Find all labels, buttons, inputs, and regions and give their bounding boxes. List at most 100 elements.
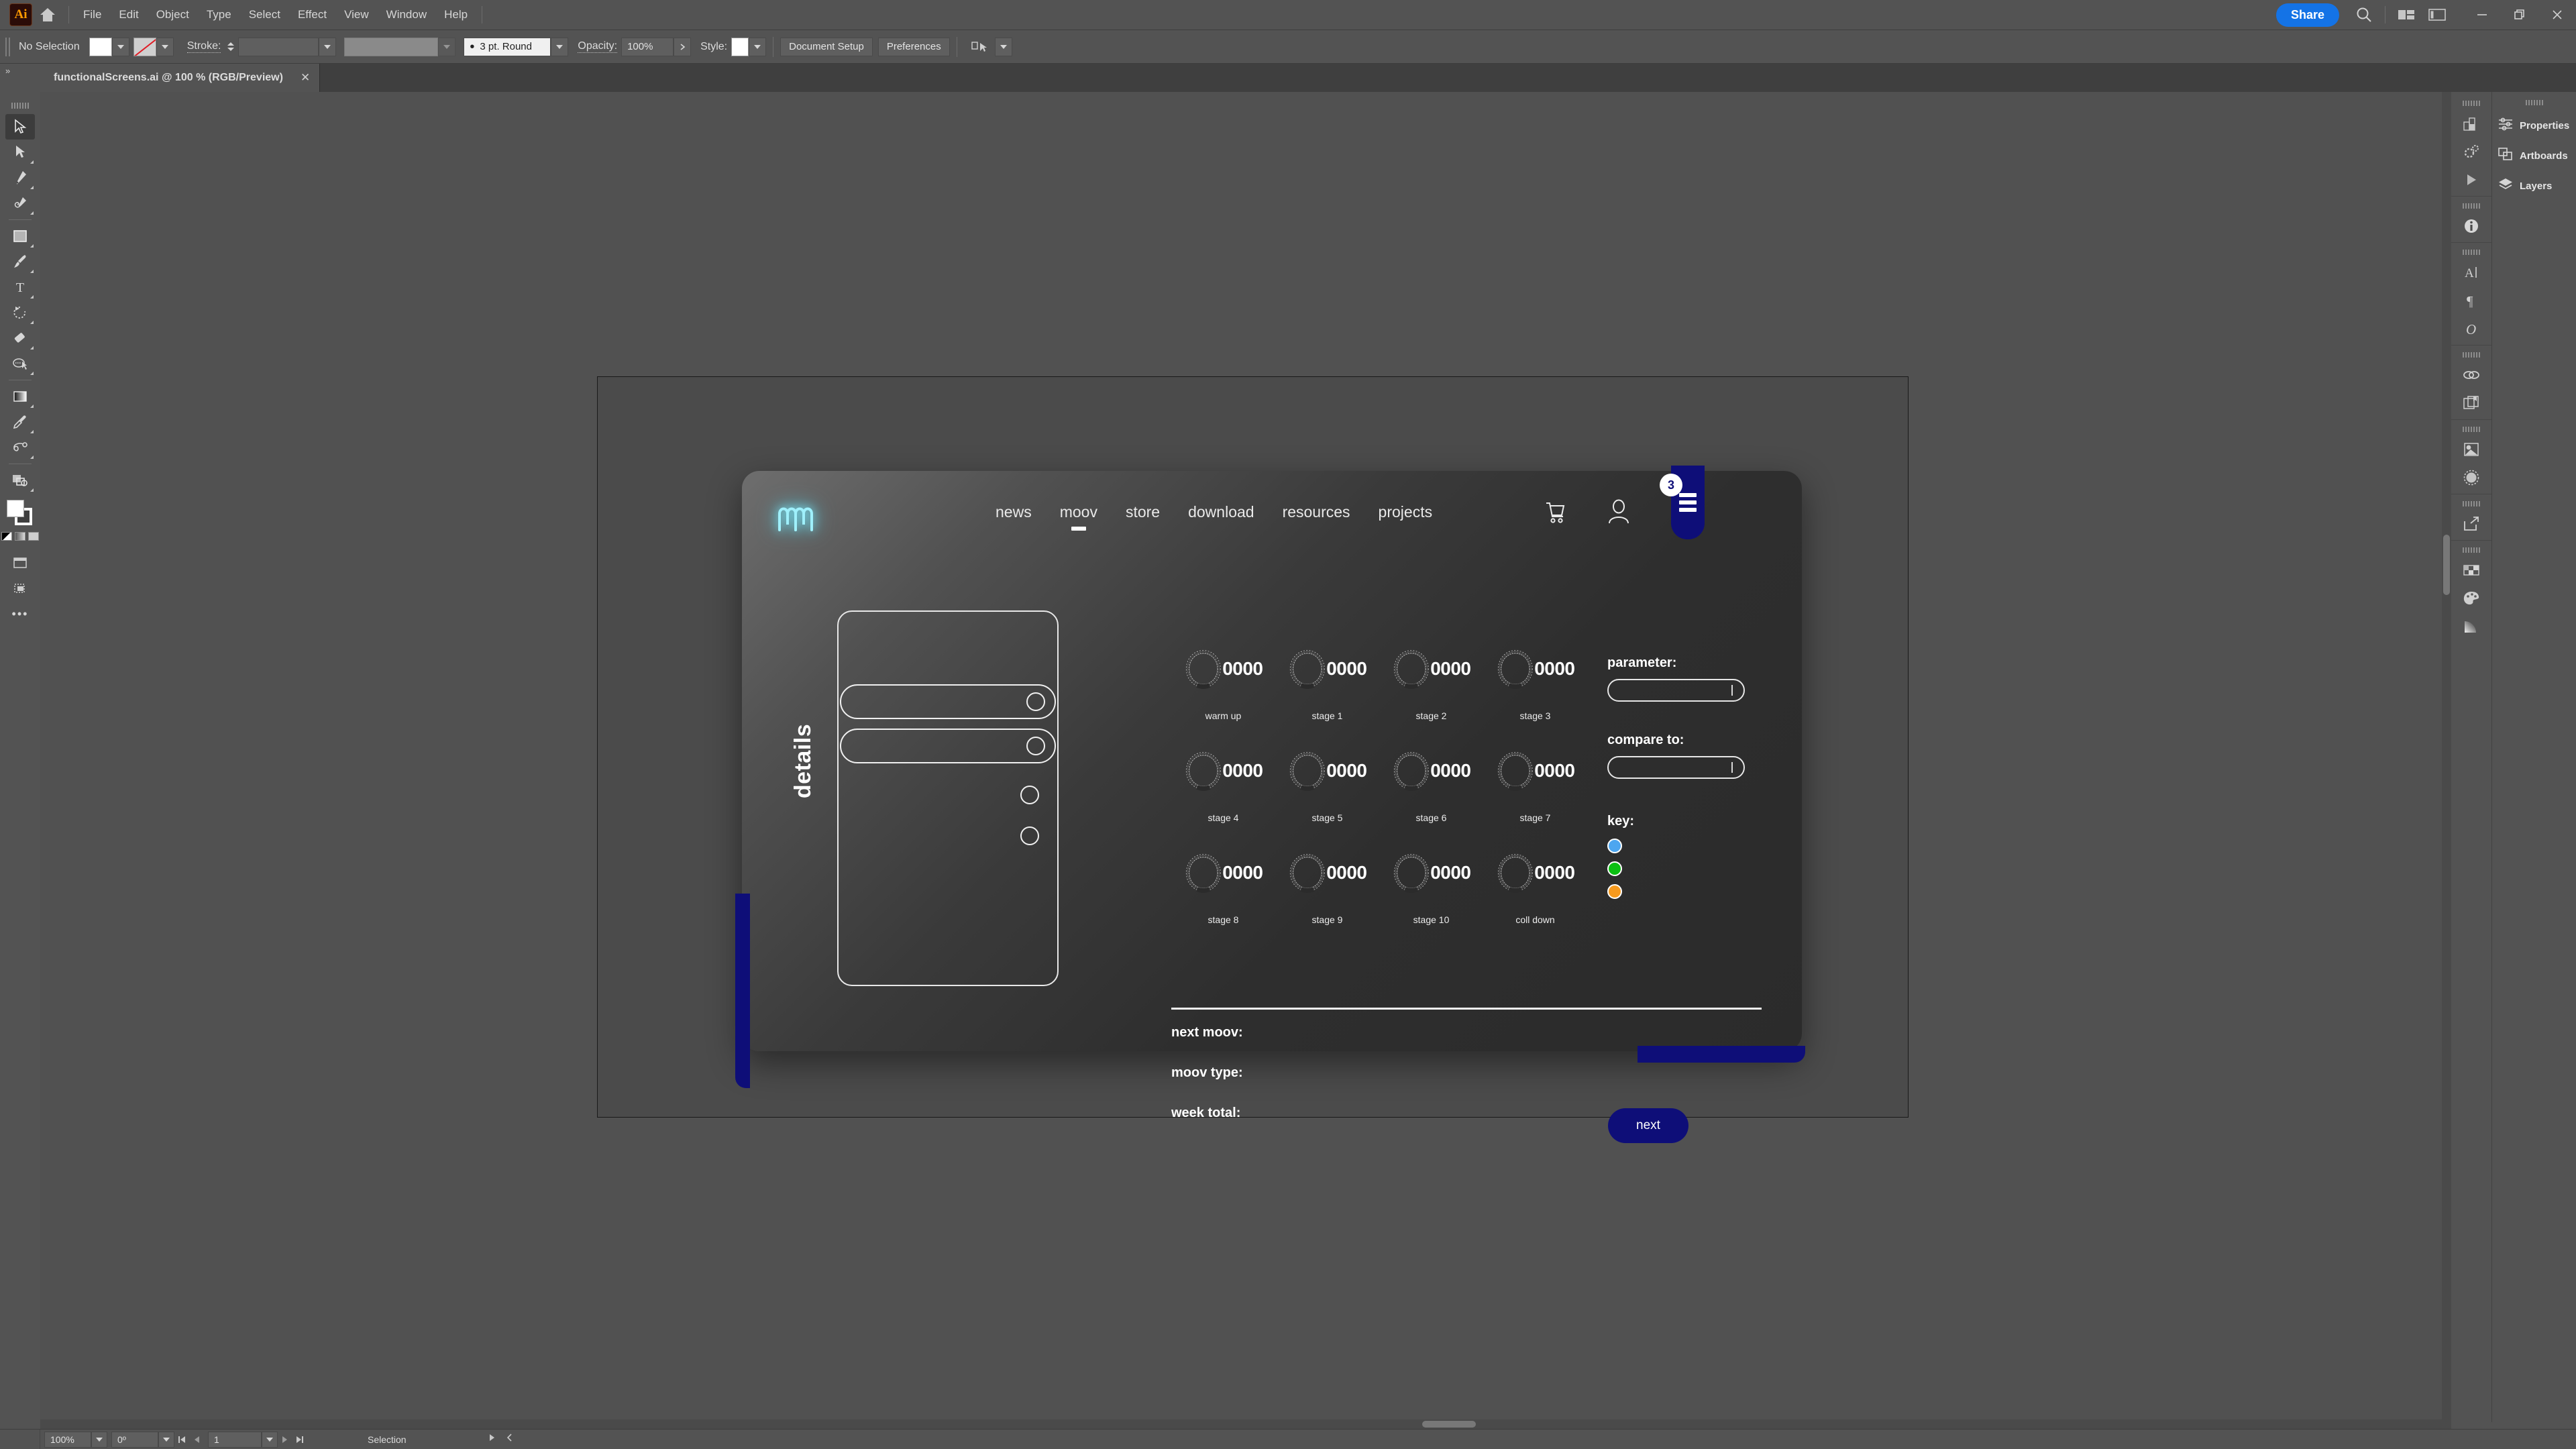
zoom-level-input[interactable]: 100% [44, 1431, 91, 1448]
fill-swatch-group[interactable] [89, 37, 129, 56]
menu-type[interactable]: Type [198, 5, 240, 25]
menu-view[interactable]: View [335, 5, 378, 25]
image-trace-panel-icon[interactable] [2456, 435, 2487, 464]
preferences-button[interactable]: Preferences [877, 37, 950, 56]
workspace-switcher-icon[interactable] [2422, 0, 2453, 30]
artboard-dropdown-icon[interactable] [262, 1431, 278, 1448]
detail-row-1[interactable] [840, 684, 1056, 719]
nav-item-download[interactable]: download [1188, 503, 1254, 528]
menu-effect[interactable]: Effect [289, 5, 335, 25]
canvas-area[interactable]: news moov store download resources proje… [40, 92, 2451, 1429]
dial-stage-10[interactable]: 0000 stage 10 [1379, 833, 1483, 934]
dial-stage-3[interactable]: 0000 stage 3 [1483, 629, 1587, 731]
fill-color-indicator[interactable] [7, 500, 24, 517]
gradient-swatch-icon[interactable] [15, 532, 25, 541]
dial-stage-1[interactable]: 0000 stage 1 [1275, 629, 1379, 731]
rail-grip-4[interactable] [2463, 352, 2480, 358]
opacity-expand-icon[interactable] [674, 37, 692, 56]
dial-coll-down[interactable]: 0000 coll down [1483, 833, 1587, 934]
color-palette-icon[interactable] [2456, 584, 2487, 612]
paintbrush-tool-icon[interactable] [5, 249, 35, 274]
curvature-tool-icon[interactable] [5, 191, 35, 216]
nav-item-resources[interactable]: resources [1283, 503, 1350, 528]
selection-tool-icon[interactable] [5, 114, 35, 140]
control-bar-grip[interactable] [5, 37, 12, 56]
canvas-vertical-scrollbar[interactable] [2442, 92, 2451, 1429]
eyedropper-tool-icon[interactable] [5, 409, 35, 435]
toolbar-collapse-toggle[interactable]: » [0, 64, 40, 92]
tools-overflow-icon[interactable]: ••• [5, 601, 35, 627]
type-tool-icon[interactable]: T [5, 274, 35, 300]
fill-swatch[interactable] [89, 37, 112, 56]
transparency-panel-icon[interactable] [2456, 464, 2487, 492]
variable-width-dropdown-icon[interactable] [438, 37, 456, 56]
home-icon[interactable] [32, 0, 63, 30]
last-artboard-icon[interactable] [292, 1432, 307, 1448]
rail-grip-6[interactable] [2463, 501, 2480, 506]
menu-edit[interactable]: Edit [110, 5, 147, 25]
variable-width-profile-select[interactable] [344, 37, 439, 56]
panel-tab-layers[interactable]: Layers [2492, 171, 2576, 201]
tab-close-icon[interactable]: ✕ [301, 71, 310, 85]
document-setup-button[interactable]: Document Setup [780, 37, 873, 56]
detail-dot-3[interactable] [1020, 786, 1039, 804]
nav-item-moov[interactable]: moov [1060, 503, 1097, 531]
stroke-weight-dropdown-icon[interactable] [319, 37, 337, 56]
blend-tool-icon[interactable] [5, 435, 35, 460]
arrange-documents-icon[interactable] [2391, 0, 2422, 30]
info-icon[interactable] [2456, 212, 2487, 240]
stroke-weight-stepper[interactable] [225, 38, 237, 56]
vertical-scroll-thumb[interactable] [2443, 535, 2450, 595]
minimize-icon[interactable] [2463, 0, 2501, 30]
rotation-input[interactable]: 0º [111, 1431, 158, 1448]
stroke-dropdown-icon[interactable] [156, 37, 174, 56]
panel-grip[interactable] [2525, 100, 2543, 105]
play-icon[interactable] [2456, 166, 2487, 194]
rotate-tool-icon[interactable] [5, 300, 35, 325]
menu-select[interactable]: Select [240, 5, 289, 25]
brush-dropdown-icon[interactable] [551, 37, 569, 56]
graphic-style-swatch[interactable] [731, 37, 749, 56]
select-similar-dropdown-icon[interactable] [994, 37, 1012, 56]
dial-warm-up[interactable]: 0000 warm up [1171, 629, 1275, 731]
menu-object[interactable]: Object [148, 5, 198, 25]
export-panel-icon[interactable] [2456, 510, 2487, 538]
panel-tab-properties[interactable]: Properties [2492, 111, 2576, 141]
eraser-tool-icon[interactable] [5, 325, 35, 351]
canvas-horizontal-scrollbar[interactable] [40, 1419, 2442, 1429]
stroke-weight-input[interactable] [238, 37, 319, 56]
rail-grip-1[interactable] [2463, 101, 2480, 106]
key-dot-green[interactable] [1607, 861, 1622, 876]
share-button[interactable]: Share [2275, 3, 2339, 27]
menu-window[interactable]: Window [378, 5, 435, 25]
artboard-number-input[interactable]: 1 [208, 1431, 262, 1448]
color-swatch-icon[interactable] [1, 532, 12, 541]
notification-badge[interactable]: 3 [1660, 474, 1682, 496]
horizontal-scroll-thumb[interactable] [1422, 1421, 1476, 1428]
style-dropdown-icon[interactable] [749, 37, 767, 56]
artboard-tool-icon[interactable] [5, 468, 35, 493]
detail-row-2[interactable] [840, 729, 1056, 763]
paragraph-panel-icon[interactable]: ¶ [2456, 286, 2487, 315]
direct-selection-tool-icon[interactable] [5, 140, 35, 165]
gradient-tool-icon[interactable] [5, 384, 35, 409]
status-collapse-icon[interactable] [506, 1433, 514, 1446]
rail-grip-3[interactable] [2463, 250, 2480, 255]
nav-item-store[interactable]: store [1126, 503, 1160, 528]
screen-mode-icon[interactable] [5, 550, 35, 576]
dial-stage-9[interactable]: 0000 stage 9 [1275, 833, 1379, 934]
detail-row-toggle-icon[interactable] [1026, 692, 1045, 711]
nav-item-news[interactable]: news [996, 503, 1032, 528]
menu-file[interactable]: File [74, 5, 110, 25]
fill-stroke-indicator[interactable] [5, 498, 35, 528]
dial-stage-5[interactable]: 0000 stage 5 [1275, 731, 1379, 833]
tools-panel-grip[interactable] [11, 103, 29, 109]
cart-icon[interactable] [1544, 500, 1566, 528]
stroke-swatch-none[interactable] [133, 37, 156, 56]
opentype-panel-icon[interactable]: O [2456, 315, 2487, 343]
detail-row-toggle-icon[interactable] [1026, 737, 1045, 755]
next-artboard-icon[interactable] [278, 1432, 292, 1448]
gear-icon[interactable] [2456, 138, 2487, 166]
nav-item-projects[interactable]: projects [1379, 503, 1433, 528]
status-menu-icon[interactable] [487, 1433, 496, 1446]
